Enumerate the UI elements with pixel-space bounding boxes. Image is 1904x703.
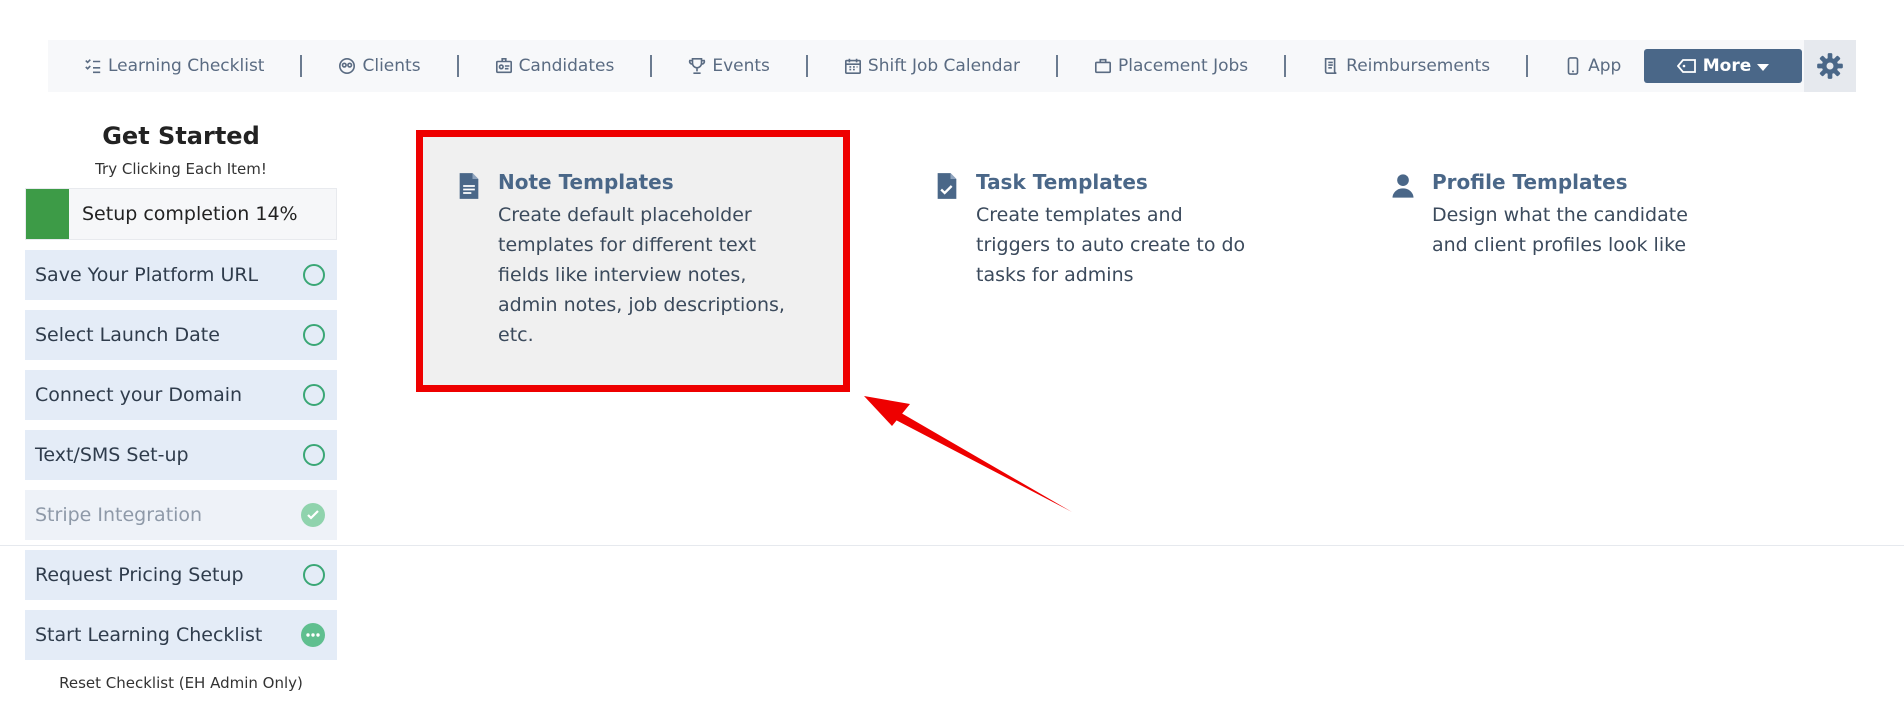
- briefcase-icon: [1095, 58, 1112, 74]
- description-line: and client profiles look like: [1432, 234, 1687, 256]
- progress-label: Setup completion 14%: [82, 203, 298, 225]
- profile-templates-description: Design what the candidate and client pro…: [1432, 200, 1688, 260]
- checklist-item-label: Start Learning Checklist: [35, 624, 263, 646]
- settings-button[interactable]: [1804, 40, 1856, 92]
- nav-shift-job-calendar[interactable]: Shift Job Calendar: [844, 56, 1020, 76]
- description-line: templates for different text: [498, 234, 757, 256]
- nav-separator: [300, 55, 303, 77]
- checklist-item-sms[interactable]: Text/SMS Set-up: [25, 430, 337, 480]
- nav-separator: [650, 55, 653, 77]
- task-document-icon: [937, 173, 957, 199]
- pending-circle-icon: [303, 444, 325, 466]
- nav-reimbursements[interactable]: Reimbursements: [1322, 56, 1490, 76]
- user-icon: [1392, 174, 1414, 198]
- nav-label: Reimbursements: [1346, 56, 1491, 76]
- nav-label: Shift Job Calendar: [867, 56, 1021, 76]
- note-templates-card[interactable]: Note Templates Create default placeholde…: [456, 170, 785, 350]
- more-label: More: [1702, 56, 1752, 76]
- phone-icon: [1567, 57, 1579, 75]
- task-templates-card[interactable]: Task Templates Create templates and trig…: [934, 170, 1245, 290]
- checklist-item-learning[interactable]: Start Learning Checklist: [25, 610, 337, 660]
- checklist-icon: [85, 59, 101, 74]
- task-templates-title: Task Templates: [976, 170, 1148, 194]
- trophy-icon: [689, 57, 706, 75]
- document-icon: [459, 173, 479, 199]
- setup-sidebar: Get Started Try Clicking Each Item! Setu…: [25, 118, 337, 692]
- pending-circle-icon: [303, 264, 325, 286]
- checklist-item-label: Save Your Platform URL: [35, 264, 259, 286]
- checklist-item-label: Text/SMS Set-up: [35, 444, 189, 466]
- chevron-down-icon: [1757, 64, 1770, 71]
- content-divider: [0, 545, 1904, 546]
- nav-label: Placement Jobs: [1118, 56, 1249, 76]
- candidates-icon: [495, 57, 512, 74]
- checklist-item-label: Request Pricing Setup: [35, 564, 244, 586]
- nav-separator: [456, 55, 459, 77]
- checklist-item-domain[interactable]: Connect your Domain: [25, 370, 337, 420]
- calendar-icon: [844, 58, 861, 75]
- nav-separator: [1284, 55, 1287, 77]
- note-templates-description: Create default placeholder templates for…: [498, 200, 785, 350]
- nav-app[interactable]: App: [1564, 56, 1621, 76]
- checklist-item-stripe[interactable]: Stripe Integration: [25, 490, 337, 540]
- nav-separator: [805, 55, 808, 77]
- nav-label: Events: [712, 56, 770, 76]
- progress-fill: [26, 189, 70, 239]
- task-templates-description: Create templates and triggers to auto cr…: [976, 200, 1245, 290]
- nav-label: Learning Checklist: [108, 56, 265, 76]
- sidebar-title: Get Started: [102, 122, 260, 150]
- check-circle-icon: [301, 503, 325, 527]
- nav-clients[interactable]: Clients: [338, 56, 421, 76]
- description-line: tasks for admins: [976, 264, 1134, 286]
- pending-circle-icon: [303, 324, 325, 346]
- checklist-item-label: Select Launch Date: [35, 324, 220, 346]
- note-templates-title: Note Templates: [498, 170, 674, 194]
- description-line: Create default placeholder: [498, 204, 752, 226]
- description-line: Design what the candidate: [1432, 204, 1688, 226]
- checklist-item-label: Connect your Domain: [35, 384, 243, 406]
- nav-label: App: [1588, 56, 1622, 76]
- clients-icon: [339, 57, 356, 75]
- checklist-item-platform-url[interactable]: Save Your Platform URL: [25, 250, 337, 300]
- description-line: etc.: [498, 324, 534, 346]
- profile-templates-title: Profile Templates: [1432, 170, 1628, 194]
- sidebar-subtitle: Try Clicking Each Item!: [95, 160, 267, 178]
- tag-icon: [1676, 59, 1696, 73]
- receipt-icon: [1324, 57, 1337, 75]
- description-line: fields like interview notes,: [498, 264, 747, 286]
- nav-separator: [1056, 55, 1059, 77]
- pending-circle-icon: [303, 384, 325, 406]
- gear-icon: [1817, 53, 1843, 79]
- more-button[interactable]: More: [1644, 49, 1802, 83]
- top-nav: Learning Checklist Clients Candidates Ev…: [48, 40, 1856, 92]
- nav-learning-checklist[interactable]: Learning Checklist: [84, 56, 264, 76]
- nav-label: Clients: [362, 56, 421, 76]
- checklist-item-label: Stripe Integration: [35, 504, 203, 526]
- nav-separator: [1526, 55, 1529, 77]
- reset-checklist-link[interactable]: Reset Checklist (EH Admin Only): [25, 674, 337, 692]
- description-line: Create templates and: [976, 204, 1183, 226]
- pending-circle-icon: [303, 564, 325, 586]
- nav-label: Candidates: [518, 56, 615, 76]
- checklist-item-launch-date[interactable]: Select Launch Date: [25, 310, 337, 360]
- setup-progress-bar: Setup completion 14%: [25, 188, 337, 240]
- nav-events[interactable]: Events: [688, 56, 770, 76]
- nav-candidates[interactable]: Candidates: [495, 56, 615, 76]
- ellipsis-circle-icon: [301, 623, 325, 647]
- checklist-item-pricing[interactable]: Request Pricing Setup: [25, 550, 337, 600]
- nav-placement-jobs[interactable]: Placement Jobs: [1094, 56, 1248, 76]
- profile-templates-card[interactable]: Profile Templates Design what the candid…: [1390, 170, 1688, 260]
- description-line: triggers to auto create to do: [976, 234, 1246, 256]
- description-line: admin notes, job descriptions,: [498, 294, 785, 316]
